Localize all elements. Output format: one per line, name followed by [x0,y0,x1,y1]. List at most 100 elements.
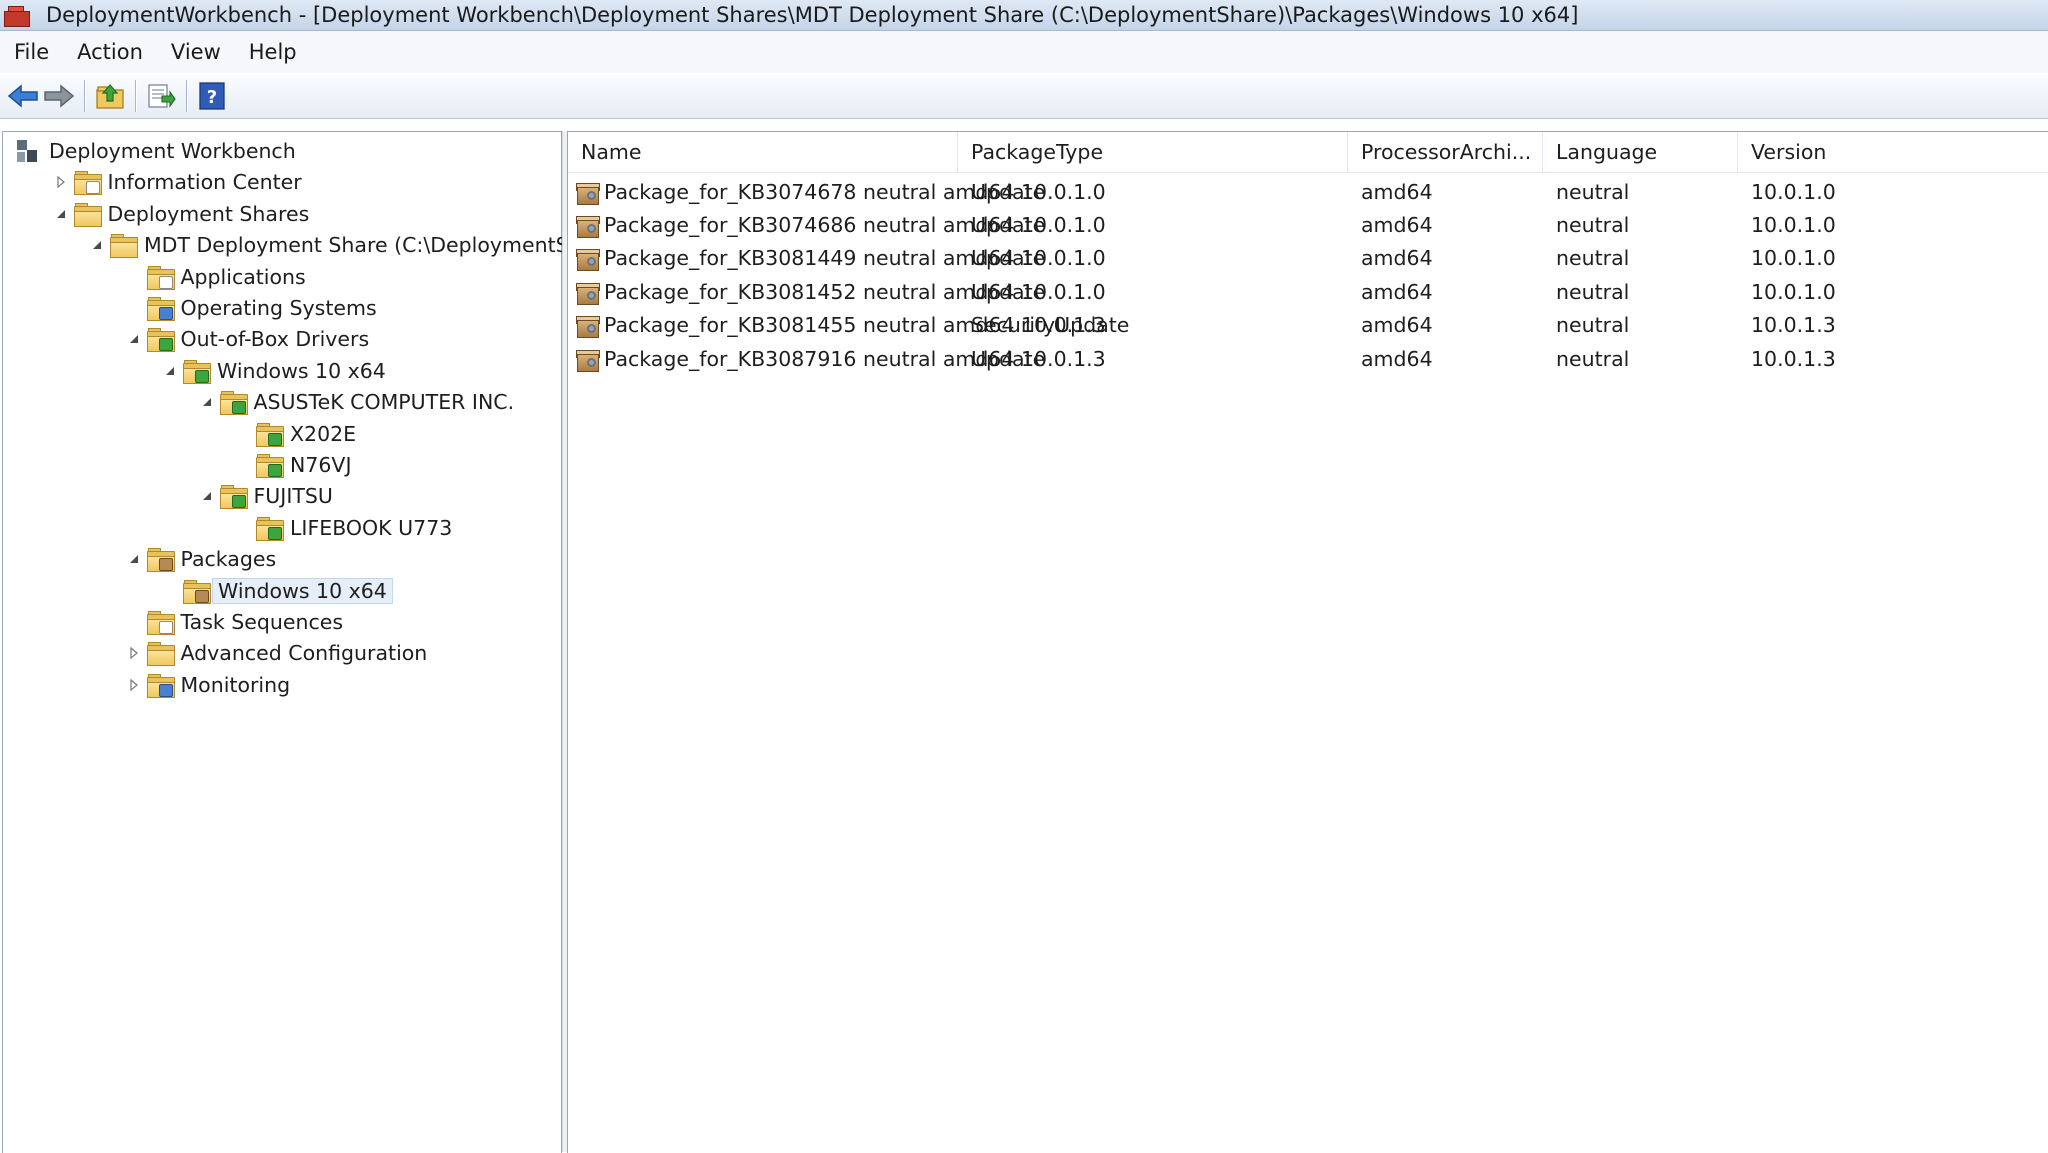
tree-node[interactable]: Monitoring [123,670,291,700]
menu-action[interactable]: Action [63,40,157,64]
column-header-packagetype[interactable]: PackageType [958,132,1348,172]
forward-arrow-icon [44,84,75,108]
table-row[interactable]: Package_for_KB3081449 neutral amd64 10.0… [568,242,2048,275]
package-icon [574,346,600,372]
cell-language: neutral [1556,246,1630,271]
tree-node-label: Operating Systems [180,296,377,320]
toolbar-separator [135,80,136,112]
up-one-level-button[interactable] [93,79,127,113]
folder-info-icon [72,169,102,196]
collapsed-triangle-icon[interactable] [123,670,145,700]
tree-node[interactable]: Deployment Shares [50,199,309,229]
cell-processorarchitecture: amd64 [1361,179,1433,204]
tree-node[interactable]: FUJITSU [196,481,333,511]
tree-node-label: Out-of-Box Drivers [180,327,370,352]
cell-packagetype: Update [971,212,1046,237]
window-title: DeploymentWorkbench - [Deployment Workbe… [46,3,1579,27]
tree-node[interactable]: Task Sequences [123,607,344,637]
tree-node[interactable]: MDT Deployment Share (C:\DeploymentS [86,230,569,260]
export-list-icon [148,84,176,108]
tree-node-label: N76VJ [290,453,352,477]
cell-language: neutral [1556,179,1630,204]
cell-language: neutral [1556,313,1630,338]
folder-driver-icon [218,389,248,416]
table-row[interactable]: Package_for_KB3087916 neutral amd64 10.0… [568,342,2048,375]
back-button[interactable] [6,79,40,113]
results-list[interactable]: Name PackageType ProcessorArchi... Langu… [567,131,2048,1153]
expanded-triangle-icon[interactable] [50,199,72,229]
cell-language: neutral [1556,212,1630,237]
tree-node[interactable]: Deployment Workbench [13,136,296,166]
tree-node[interactable]: Information Center [50,167,302,197]
collapsed-triangle-icon[interactable] [50,167,72,197]
forward-button[interactable] [42,79,76,113]
table-row[interactable]: Package_for_KB3074678 neutral amd64 10.0… [568,175,2048,208]
tree-node[interactable]: ASUSTeK COMPUTER INC. [196,387,515,417]
folder-icon [72,201,102,227]
navigation-tree[interactable]: Deployment Workbench Information Center De… [2,131,569,1153]
toolbar-separator [186,80,187,112]
table-row[interactable]: Package_for_KB3074686 neutral amd64 10.0… [568,208,2048,241]
expanded-triangle-icon[interactable] [196,387,218,417]
cell-language: neutral [1556,279,1630,304]
tree-node[interactable]: LIFEBOOK U773 [232,513,452,543]
expanded-triangle-icon[interactable] [86,230,108,260]
expanded-triangle-icon[interactable] [196,481,218,511]
folder-monitor-icon [145,672,175,698]
tree-node[interactable]: Advanced Configuration [123,638,427,668]
menu-bar: File Action View Help [0,31,2048,73]
package-icon [574,312,600,339]
export-list-button[interactable] [144,79,178,113]
table-row[interactable]: Package_for_KB3081452 neutral amd64 10.0… [568,275,2048,308]
tree-node-label: Task Sequences [180,610,344,634]
cell-packagetype: SecurityUpdate [971,313,1130,338]
tree-node[interactable]: Applications [123,262,306,292]
folder-driver-icon [145,326,175,353]
folder-driver-icon [218,483,248,510]
menu-help[interactable]: Help [235,40,311,64]
menu-file[interactable]: File [0,40,63,64]
package-icon [574,279,600,305]
package-icon [574,245,600,272]
cell-processorarchitecture: amd64 [1361,346,1433,371]
expanded-triangle-icon[interactable] [123,544,145,574]
column-header-version[interactable]: Version [1738,132,2048,172]
tree-node[interactable]: Windows 10 x64 [159,576,393,606]
column-header-language[interactable]: Language [1543,132,1738,172]
help-button[interactable]: ? [195,79,229,113]
back-arrow-icon [7,84,38,108]
collapsed-triangle-icon[interactable] [123,638,145,668]
workbench-icon [13,138,43,164]
table-row[interactable]: Package_for_KB3081455 neutral amd64 10.0… [568,309,2048,342]
tree-node[interactable]: N76VJ [232,450,352,480]
title-bar: DeploymentWorkbench - [Deployment Workbe… [0,0,2048,31]
tree-node-label: Applications [180,264,306,289]
folder-package-icon [145,546,175,573]
cell-version: 10.0.1.0 [1751,179,1836,204]
up-folder-icon [96,84,124,109]
cell-packagetype: Update [971,279,1046,304]
column-header-name[interactable]: Name [568,132,958,172]
tree-node-label: Windows 10 x64 [217,358,386,383]
tree-node-label: Deployment Workbench [49,139,296,163]
column-header-processorarchitecture[interactable]: ProcessorArchi... [1348,132,1543,172]
menu-view[interactable]: View [157,40,235,64]
tree-node[interactable]: X202E [232,419,356,449]
tree-node-label: Monitoring [180,672,291,697]
cell-version: 10.0.1.0 [1751,279,1836,304]
expanded-triangle-icon[interactable] [159,356,181,386]
package-icon [574,212,600,238]
tree-node[interactable]: Windows 10 x64 [159,356,386,386]
tree-node[interactable]: Packages [123,544,276,574]
folder-driver-icon [254,515,284,541]
tree-node[interactable]: Out-of-Box Drivers [123,324,370,354]
tree-node[interactable]: Operating Systems [123,293,377,323]
cell-processorarchitecture: amd64 [1361,313,1433,338]
cell-packagetype: Update [971,346,1046,371]
expanded-triangle-icon[interactable] [123,324,145,354]
tree-node-label: ASUSTeK COMPUTER INC. [253,390,515,415]
